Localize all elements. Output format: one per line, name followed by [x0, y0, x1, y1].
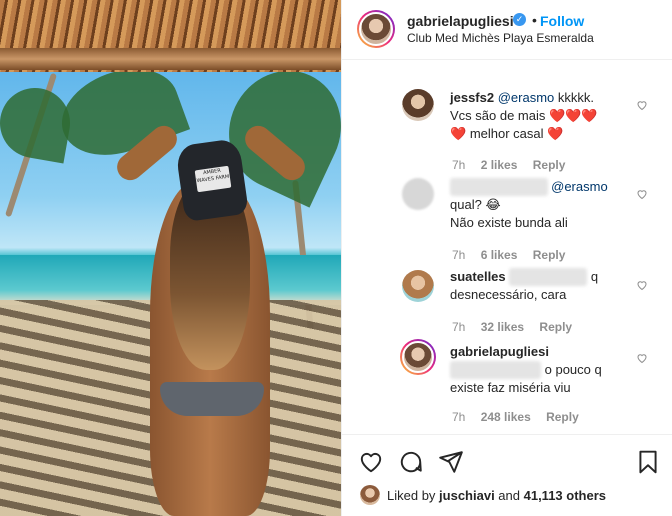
comment-likes[interactable]: 32 likes [481, 320, 524, 334]
heart-emoji-icon: ❤️❤️❤️ [549, 108, 598, 123]
comment-meta: 7h 248 likes Reply [452, 410, 591, 424]
comment-text: suatelles xxxxxxxxxxxx q desnecessário, … [450, 268, 640, 304]
post-photo[interactable]: AMBER WAVES FARM [0, 0, 341, 516]
comments-list[interactable]: jessfs2 @erasmo kkkkk. Vcs são de mais ❤… [342, 61, 672, 434]
comment-time[interactable]: 7h [452, 410, 465, 424]
post-header: gabrielapugliesi ✓ • Follow Club Med Mic… [342, 0, 672, 60]
share-icon[interactable] [438, 449, 464, 475]
blurred-username[interactable]: xxxxxxxxxxxxxxx [450, 178, 548, 196]
heart-emoji-icon: ❤️ [547, 126, 564, 141]
pergola-beam [0, 48, 341, 70]
comment-meta: 7h 6 likes Reply [452, 248, 577, 262]
comment-meta: 7h 32 likes Reply [452, 320, 584, 334]
commenter-avatar[interactable] [402, 178, 434, 210]
comment-reply-button[interactable]: Reply [539, 320, 572, 334]
comment-reply-button[interactable]: Reply [533, 158, 566, 172]
comment-likes[interactable]: 248 likes [481, 410, 531, 424]
post-panel: gabrielapugliesi ✓ • Follow Club Med Mic… [341, 0, 672, 516]
comment-like-icon[interactable] [636, 99, 648, 111]
comment-body: o pouco q [544, 362, 602, 377]
laughing-emoji-icon: 😂 [485, 197, 501, 212]
follow-button[interactable]: Follow [540, 13, 584, 29]
comment-time[interactable]: 7h [452, 158, 465, 172]
comment-username[interactable]: gabrielapugliesi [450, 344, 549, 359]
comment-like-icon[interactable] [636, 279, 648, 291]
comment-text: gabrielapugliesi xxxxxxxxxxxxxx o pouco … [450, 343, 640, 397]
comment-likes[interactable]: 6 likes [481, 248, 518, 262]
comment-reply-button[interactable]: Reply [533, 248, 566, 262]
heart-emoji-icon: ❤️ [450, 126, 467, 141]
author-avatar[interactable] [357, 10, 395, 48]
liked-by-and: and [494, 488, 524, 503]
bookmark-icon[interactable] [635, 449, 661, 475]
comment-like-icon[interactable] [636, 188, 648, 200]
liked-by-user[interactable]: juschiavi [439, 488, 495, 503]
likes-count[interactable]: 41,113 others [524, 488, 606, 503]
post-location[interactable]: Club Med Michès Playa Esmeralda [407, 31, 594, 45]
comment-line: Não existe bunda ali [450, 215, 568, 230]
comment-line: desnecessário, cara [450, 287, 567, 302]
comment-body: kkkkk. [554, 90, 594, 105]
comment-body: q [590, 269, 599, 284]
comment-reply-button[interactable]: Reply [546, 410, 579, 424]
comment-text: xxxxxxxxxxxxxxx @erasmo qual? 😂 Não exis… [450, 178, 640, 232]
comment-time[interactable]: 7h [452, 320, 465, 334]
post-actions: Liked by juschiavi and 41,113 others [342, 434, 672, 516]
liked-by-prefix: Liked by [387, 488, 440, 503]
comment-text: jessfs2 @erasmo kkkkk. Vcs são de mais ❤… [450, 89, 630, 143]
comment-mention[interactable]: @erasmo [551, 179, 608, 194]
comment-line: melhor casal [469, 126, 544, 141]
commenter-avatar[interactable] [400, 339, 436, 375]
heart-icon[interactable] [358, 449, 384, 475]
cap-patch-text: AMBER WAVES FARM [194, 165, 232, 193]
comment-like-icon[interactable] [636, 352, 648, 364]
liker-avatar[interactable] [360, 485, 380, 505]
blurred-mention: xxxxxxxxxxxxxx [450, 361, 541, 379]
commenter-avatar[interactable] [402, 270, 434, 302]
comment-username[interactable]: suatelles [450, 269, 506, 284]
comment-line: Vcs são de mais [450, 108, 546, 123]
comment-time[interactable]: 7h [452, 248, 465, 262]
comment-username[interactable]: jessfs2 [450, 90, 494, 105]
author-username[interactable]: gabrielapugliesi [407, 13, 514, 29]
liked-by-text: Liked by juschiavi and 41,113 others [387, 488, 606, 503]
commenter-avatar[interactable] [402, 89, 434, 121]
blurred-text: xxxxxxxxxxxx [509, 268, 588, 286]
bikini [160, 382, 264, 416]
comment-line: existe faz miséria viu [450, 380, 571, 395]
separator-dot: • [532, 12, 537, 28]
verified-icon: ✓ [513, 13, 526, 26]
comment-likes[interactable]: 2 likes [481, 158, 518, 172]
comment-mention[interactable]: @erasmo [498, 90, 555, 105]
comment-icon[interactable] [398, 449, 424, 475]
comment-line: qual? [450, 197, 482, 212]
comment-meta: 7h 2 likes Reply [452, 158, 577, 172]
